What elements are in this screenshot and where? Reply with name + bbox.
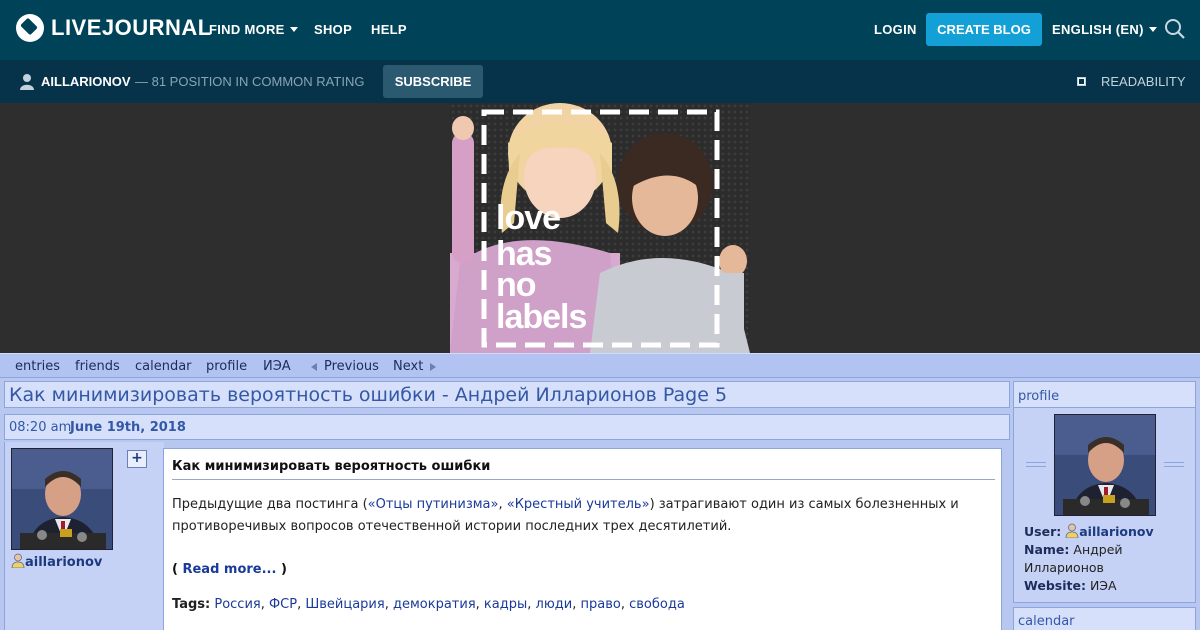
avatar[interactable] [11,448,113,550]
nav-previous[interactable]: Previous [324,359,379,374]
journal-username[interactable]: AILLARIONOV [41,74,131,89]
chevron-down-icon [289,27,298,32]
banner-text-line: labels [496,298,586,336]
link-krestny-uchitel[interactable]: «Крестный учитель» [507,497,650,512]
nav-calendar[interactable]: calendar [135,359,192,374]
tag-link[interactable]: свобода [629,597,685,612]
entry-text: Предыдущие два постинга («Отцы путинизма… [172,494,984,538]
subscribe-button[interactable]: SUBSCRIBE [383,65,483,98]
readability-toggle[interactable]: READABILITY [1101,74,1186,89]
search-icon[interactable] [1164,18,1186,40]
calendar-heading-label[interactable]: calendar [1018,614,1075,629]
add-memories-button[interactable]: + [127,450,147,468]
nav-shop[interactable]: SHOP [314,22,352,37]
tag-link[interactable]: право [580,597,620,612]
journal-nav: entries friends calendar profile ИЭА Pre… [0,353,1200,378]
livejournal-logo[interactable]: LIVEJOURNAL [16,14,212,42]
divider [1164,462,1184,467]
journal-header-bar: AILLARIONOV — 81 POSITION IN COMMON RATI… [0,60,1200,103]
page-title-box: Как минимизировать вероятность ошибки - … [4,381,1010,408]
entry-text-part: Предыдущие два постинга ( [172,497,368,512]
profile-name-row: Name: Андрей Илларионов [1024,541,1189,577]
name-label: Name: [1024,542,1070,557]
tags-label: Tags: [172,597,211,612]
entry-content: Как минимизировать вероятность ошибки Пр… [163,448,1002,630]
nav-help[interactable]: HELP [371,22,407,37]
tag-link[interactable]: Россия [214,597,260,612]
top-navbar: LIVEJOURNAL FIND MORE SHOP HELP LOGIN CR… [0,0,1200,60]
profile-website-link[interactable]: ИЭА [1090,578,1117,593]
chevron-down-icon [1148,27,1157,32]
banner-illustration: love has no labels [450,103,750,353]
profile-heading-label[interactable]: profile [1018,389,1059,404]
tag-link[interactable]: демократия [393,597,476,612]
profile-username-link[interactable]: aillarionov [1079,524,1153,539]
nav-find-more[interactable]: FIND MORE [209,22,298,37]
divider [1026,462,1046,467]
read-more-link[interactable]: Read more... [182,562,276,577]
nav-friends[interactable]: friends [75,359,120,374]
create-blog-button[interactable]: CREATE BLOG [926,13,1042,46]
checkbox-mark [1079,79,1084,84]
sidebar-avatar-photo [1055,415,1155,515]
tag-link[interactable]: люди [536,597,573,612]
user-icon [11,553,25,568]
banner-text-line: love [496,199,560,237]
entry-date[interactable]: June 19th, 2018 [70,420,186,435]
entry-time: 08:20 am [9,420,72,435]
user-label: User: [1024,524,1062,539]
language-selector[interactable]: ENGLISH (EN) [1052,22,1157,37]
poster-name[interactable]: aillarionov [11,553,102,570]
sidebar-calendar-heading: calendar [1013,607,1196,630]
nav-find-more-label: FIND MORE [209,22,285,37]
profile-user-row: User: aillarionov [1024,523,1189,541]
livejournal-logo-icon [16,14,44,42]
link-otcy-putinizma[interactable]: «Отцы путинизма» [368,497,499,512]
poster-username: aillarionov [25,555,103,570]
entry-tags: Tags: Россия, ФСР, Швейцария, демократия… [172,597,685,612]
nav-iea[interactable]: ИЭА [263,359,291,374]
website-label: Website: [1024,578,1086,593]
read-more-bracket: ( [172,562,183,577]
nav-next[interactable]: Next [393,359,423,374]
nav-profile[interactable]: profile [206,359,247,374]
banner-image: love has no labels [450,103,750,353]
next-arrow-icon [430,363,436,371]
journal-banner: love has no labels [0,103,1200,353]
language-label: ENGLISH (EN) [1052,22,1144,37]
entry-title: Как минимизировать вероятность ошибки [172,459,995,480]
profile-website-row: Website: ИЭА [1024,577,1189,595]
avatar-photo [12,449,112,549]
entry-text-part: , [498,497,507,512]
tag-link[interactable]: Швейцария [305,597,384,612]
nav-entries[interactable]: entries [15,359,60,374]
previous-arrow-icon [311,363,317,371]
logo-text: LIVEJOURNAL [51,15,212,40]
sidebar-avatar[interactable] [1054,414,1156,516]
login-link[interactable]: LOGIN [874,22,917,37]
read-more-bracket: ) [276,562,287,577]
sidebar-profile-heading: profile [1013,381,1196,408]
entry-date-bar: 08:20 am June 19th, 2018 [4,414,1010,440]
user-icon [1065,523,1079,538]
page-title: Как минимизировать вероятность ошибки - … [9,384,728,406]
read-more: ( Read more... ) [172,562,287,577]
tag-link[interactable]: ФСР [269,597,297,612]
rating-text: — 81 POSITION IN COMMON RATING [135,74,365,89]
tag-link[interactable]: кадры [484,597,527,612]
user-icon [20,74,34,90]
